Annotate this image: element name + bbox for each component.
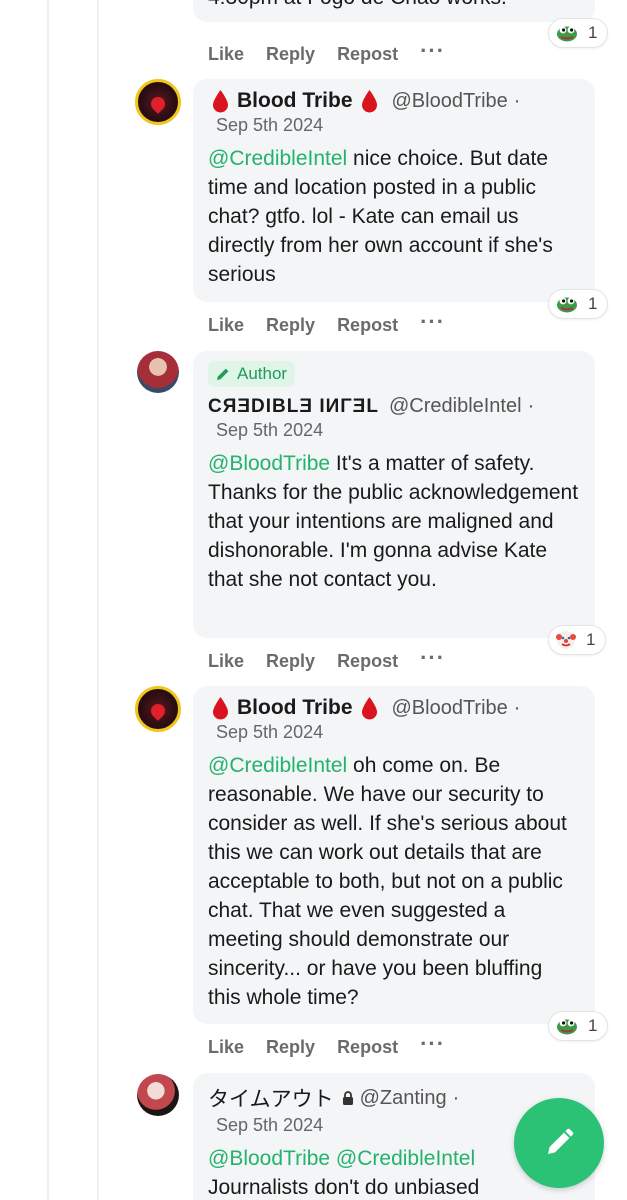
like-button[interactable]: Like <box>208 315 244 336</box>
author-badge: Author <box>208 361 296 387</box>
comment-header: Blood Tribe @BloodTribe · <box>208 89 580 113</box>
comment-actions: Like Reply Repost ··· <box>208 645 467 672</box>
mention-link[interactable]: @CredibleIntel <box>208 754 347 777</box>
comment-body: oh come on. Be reasonable. We have our s… <box>208 754 567 1009</box>
comment-bubble: Blood Tribe @BloodTribe · Sep 5th 2024 @… <box>193 79 595 302</box>
author-name[interactable]: CЯƎDIBLƎ IИΓƎL <box>208 396 379 418</box>
author-handle[interactable]: @BloodTribe <box>392 90 508 113</box>
repost-button[interactable]: Repost <box>337 651 398 672</box>
pepe-frog-emoji-icon <box>557 297 577 313</box>
avatar[interactable] <box>137 1074 179 1116</box>
comment-text: @CredibleIntel oh come on. Be reasonable… <box>208 751 580 1012</box>
blood-drop-icon <box>361 90 377 113</box>
avatar[interactable] <box>137 351 179 393</box>
more-options-button[interactable]: ··· <box>420 645 445 671</box>
reaction-chip[interactable]: 1 <box>548 1011 609 1041</box>
comment-text: @CredibleIntel nice choice. But date tim… <box>208 144 580 289</box>
more-options-button[interactable]: ··· <box>420 38 445 64</box>
separator-dot: · <box>452 1086 460 1109</box>
reaction-chip[interactable]: 1 <box>548 625 607 655</box>
blood-drop-icon <box>213 90 228 113</box>
reaction-count: 1 <box>588 23 598 42</box>
comment-header: CЯƎDIBLƎ IИΓƎL @CredibleIntel · <box>208 395 580 418</box>
blood-drop-icon <box>213 697 228 720</box>
author-handle[interactable]: @Zanting <box>360 1087 447 1110</box>
like-button[interactable]: Like <box>208 1037 244 1058</box>
reaction-count: 1 <box>586 630 596 649</box>
comment-bubble: Author CЯƎDIBLƎ IИΓƎL @CredibleIntel · S… <box>193 351 595 638</box>
author-name[interactable]: Blood Tribe <box>237 89 353 113</box>
repost-button[interactable]: Repost <box>337 1037 398 1058</box>
repost-button[interactable]: Repost <box>337 44 398 65</box>
comment-actions: Like Reply Repost ··· <box>208 1031 467 1058</box>
reaction-chip[interactable]: 1 <box>548 289 609 319</box>
repost-button[interactable]: Repost <box>337 315 398 336</box>
comment-date: Sep 5th 2024 <box>216 115 324 135</box>
thread-line <box>47 0 49 1200</box>
compose-button[interactable] <box>514 1098 604 1188</box>
like-button[interactable]: Like <box>208 651 244 672</box>
mention-link[interactable]: @CredibleIntel <box>208 147 347 170</box>
more-options-button[interactable]: ··· <box>420 1031 445 1057</box>
avatar[interactable] <box>135 686 181 732</box>
comment-body: Journalists don't do unbiased <box>208 1176 480 1199</box>
mention-link[interactable]: @BloodTribe <box>208 452 330 475</box>
reply-button[interactable]: Reply <box>266 1037 315 1058</box>
separator-dot: · <box>513 89 521 112</box>
reply-button[interactable]: Reply <box>266 315 315 336</box>
like-button[interactable]: Like <box>208 44 244 65</box>
author-handle[interactable]: @CredibleIntel <box>389 395 522 418</box>
blood-drop-icon <box>361 697 377 720</box>
author-handle[interactable]: @BloodTribe <box>392 697 508 720</box>
pencil-icon <box>548 1128 574 1154</box>
comment-date: Sep 5th 2024 <box>216 420 324 440</box>
author-name[interactable]: タイムアウト <box>208 1083 334 1113</box>
lock-icon <box>342 1091 353 1105</box>
avatar[interactable] <box>135 79 181 125</box>
author-name[interactable]: Blood Tribe <box>237 696 353 720</box>
comment-bubble: Blood Tribe @BloodTribe · Sep 5th 2024 @… <box>193 686 595 1024</box>
more-options-button[interactable]: ··· <box>420 309 445 335</box>
clown-face-emoji-icon <box>556 631 576 649</box>
pepe-frog-emoji-icon <box>557 1019 577 1035</box>
reaction-count: 1 <box>588 1016 598 1035</box>
comment-date: Sep 5th 2024 <box>216 722 324 742</box>
reply-button[interactable]: Reply <box>266 44 315 65</box>
pepe-frog-emoji-icon <box>557 26 577 42</box>
comment-header: タイムアウト @Zanting · <box>208 1083 580 1113</box>
comment-actions: Like Reply Repost ··· <box>208 309 467 336</box>
author-badge-label: Author <box>237 364 288 383</box>
reaction-count: 1 <box>588 294 598 313</box>
thread-line <box>97 0 99 1200</box>
reply-button[interactable]: Reply <box>266 651 315 672</box>
comment-header: Blood Tribe @BloodTribe · <box>208 696 580 720</box>
separator-dot: · <box>527 395 535 417</box>
reaction-chip[interactable]: 1 <box>548 18 609 48</box>
previous-comment-text: 4:30pm at Fogo de Chão works. <box>208 0 507 10</box>
separator-dot: · <box>513 696 521 719</box>
comment-actions: Like Reply Repost ··· <box>208 38 467 65</box>
comment-text: @BloodTribe It's a matter of safety. Tha… <box>208 449 580 594</box>
pencil-icon <box>217 368 229 380</box>
